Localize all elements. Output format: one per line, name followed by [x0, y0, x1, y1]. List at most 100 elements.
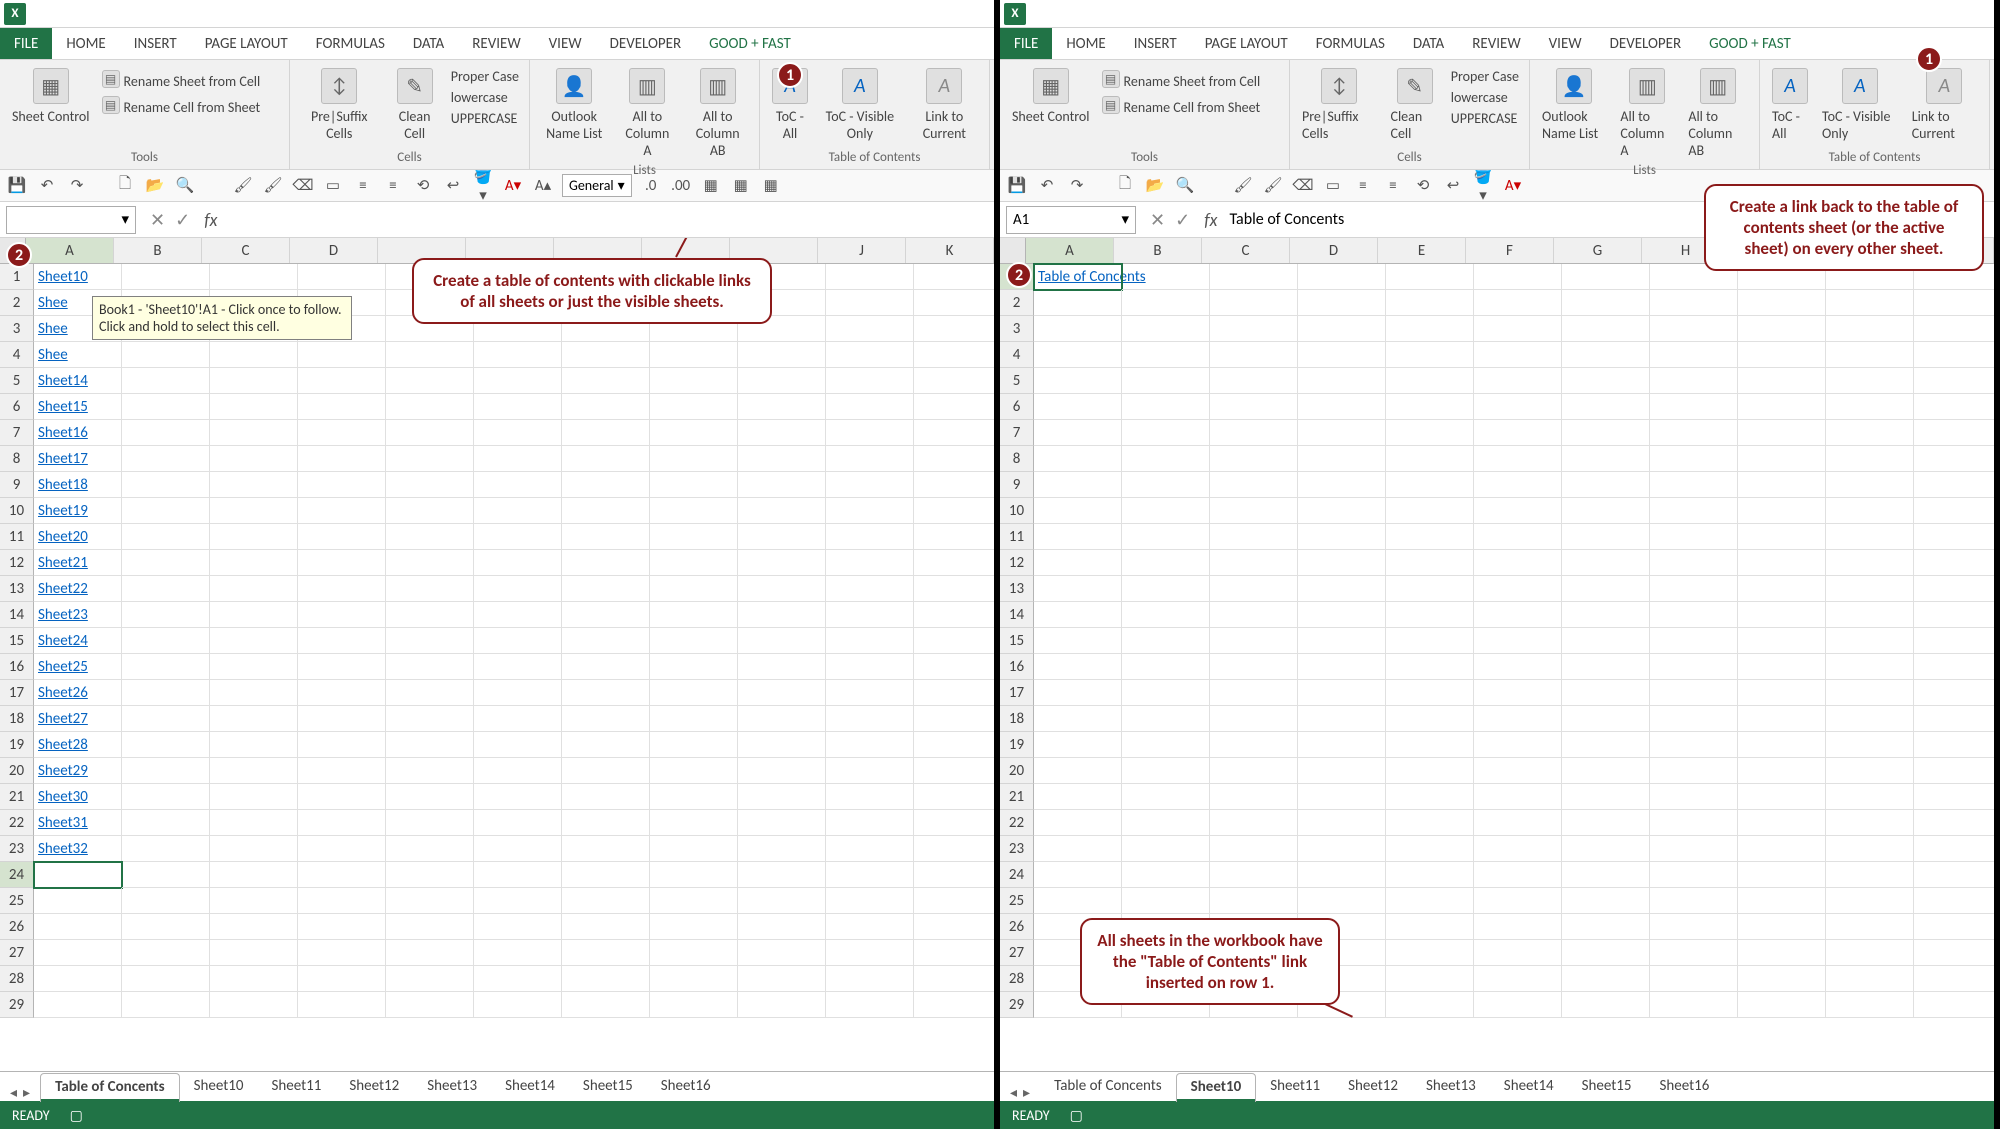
- cell[interactable]: [1298, 342, 1386, 368]
- cell[interactable]: [650, 940, 738, 966]
- cell[interactable]: [1298, 888, 1386, 914]
- cell[interactable]: [1386, 446, 1474, 472]
- cell[interactable]: [474, 992, 562, 1018]
- cell[interactable]: [1034, 498, 1122, 524]
- tab-developer[interactable]: DEVELOPER: [596, 28, 696, 59]
- cell[interactable]: [122, 394, 210, 420]
- cell[interactable]: [1826, 940, 1914, 966]
- cell[interactable]: [1298, 602, 1386, 628]
- cell[interactable]: [1386, 810, 1474, 836]
- cell[interactable]: [386, 732, 474, 758]
- cell[interactable]: [210, 342, 298, 368]
- cell[interactable]: [1210, 368, 1298, 394]
- cell[interactable]: [1738, 888, 1826, 914]
- cell[interactable]: [122, 680, 210, 706]
- cell[interactable]: [1826, 576, 1914, 602]
- lowercase[interactable]: lowercase: [1447, 87, 1523, 108]
- cell[interactable]: [1386, 368, 1474, 394]
- cell[interactable]: [1474, 446, 1562, 472]
- cell[interactable]: [1826, 420, 1914, 446]
- row-header[interactable]: 18: [0, 706, 34, 732]
- cell[interactable]: Sheet30: [34, 784, 122, 810]
- row-header[interactable]: 19: [1000, 732, 1034, 758]
- cell[interactable]: [298, 966, 386, 992]
- sheet-tab[interactable]: Sheet16: [1646, 1073, 1724, 1101]
- cell[interactable]: [210, 706, 298, 732]
- border-icon[interactable]: ▦: [760, 175, 782, 197]
- cell[interactable]: [1826, 784, 1914, 810]
- cell[interactable]: [122, 498, 210, 524]
- cell[interactable]: [122, 524, 210, 550]
- wrap-icon[interactable]: ↩: [442, 175, 464, 197]
- redo-icon[interactable]: ↷: [66, 175, 88, 197]
- cell[interactable]: [1386, 654, 1474, 680]
- cell[interactable]: [210, 498, 298, 524]
- cell[interactable]: [1474, 342, 1562, 368]
- column-header[interactable]: J: [818, 238, 906, 263]
- cell[interactable]: [1122, 498, 1210, 524]
- align-icon[interactable]: ≡: [382, 175, 404, 197]
- sheet-tab[interactable]: Sheet15: [569, 1073, 647, 1101]
- merge-icon[interactable]: ▭: [322, 175, 344, 197]
- cell[interactable]: [914, 550, 994, 576]
- cell[interactable]: [1650, 680, 1738, 706]
- column-header[interactable]: K: [906, 238, 994, 263]
- cell[interactable]: Sheet26: [34, 680, 122, 706]
- cell[interactable]: [1650, 290, 1738, 316]
- cell[interactable]: [738, 654, 826, 680]
- cell[interactable]: [1210, 862, 1298, 888]
- cell[interactable]: [738, 394, 826, 420]
- cell[interactable]: [1650, 550, 1738, 576]
- cell[interactable]: [210, 836, 298, 862]
- cell[interactable]: [1386, 992, 1474, 1018]
- cell[interactable]: [210, 758, 298, 784]
- tab-home[interactable]: HOME: [52, 28, 119, 59]
- cell[interactable]: [914, 602, 994, 628]
- cell[interactable]: [1738, 498, 1826, 524]
- cell[interactable]: Sheet32: [34, 836, 122, 862]
- row-header[interactable]: 17: [0, 680, 34, 706]
- clean-cell-button[interactable]: ✎Clean Cell: [384, 64, 444, 146]
- cell[interactable]: [1474, 680, 1562, 706]
- cell[interactable]: [386, 472, 474, 498]
- cell[interactable]: [122, 966, 210, 992]
- cell[interactable]: [1474, 914, 1562, 940]
- rename-cell-from-sheet[interactable]: ▤Rename Cell from Sheet: [1098, 94, 1265, 120]
- cell[interactable]: [1122, 680, 1210, 706]
- cell[interactable]: [122, 628, 210, 654]
- row-header[interactable]: 19: [0, 732, 34, 758]
- cell[interactable]: [1562, 316, 1650, 342]
- row-header[interactable]: 2: [1000, 290, 1034, 316]
- cell[interactable]: [1386, 680, 1474, 706]
- cell[interactable]: [826, 706, 914, 732]
- cell[interactable]: [122, 576, 210, 602]
- column-header[interactable]: B: [114, 238, 202, 263]
- all-to-column-ab[interactable]: ▥All to Column AB: [682, 64, 753, 163]
- row-header[interactable]: 13: [0, 576, 34, 602]
- cell[interactable]: [1914, 472, 1994, 498]
- cell[interactable]: [122, 446, 210, 472]
- cell[interactable]: [738, 368, 826, 394]
- cell[interactable]: [1738, 758, 1826, 784]
- link-to-current-button[interactable]: ALink to Current: [1906, 64, 1983, 146]
- row-header[interactable]: 28: [1000, 966, 1034, 992]
- rename-sheet-from-cell[interactable]: ▤Rename Sheet from Cell: [1098, 68, 1265, 94]
- cell[interactable]: [1210, 498, 1298, 524]
- cell[interactable]: [386, 862, 474, 888]
- cell[interactable]: [914, 914, 994, 940]
- cell[interactable]: [1122, 524, 1210, 550]
- cell[interactable]: [562, 420, 650, 446]
- name-box[interactable]: ▾: [6, 206, 136, 234]
- cell[interactable]: [1122, 888, 1210, 914]
- tab-file[interactable]: FILE: [1000, 28, 1052, 59]
- cell[interactable]: [1122, 784, 1210, 810]
- cell[interactable]: [474, 550, 562, 576]
- cell[interactable]: [562, 758, 650, 784]
- cell[interactable]: [386, 498, 474, 524]
- preview-icon[interactable]: 🔍: [1174, 175, 1196, 197]
- cell[interactable]: [1738, 342, 1826, 368]
- row-header[interactable]: 2: [0, 290, 34, 316]
- cell[interactable]: [210, 446, 298, 472]
- cell[interactable]: [1738, 680, 1826, 706]
- sheet-tab[interactable]: Sheet14: [491, 1073, 569, 1101]
